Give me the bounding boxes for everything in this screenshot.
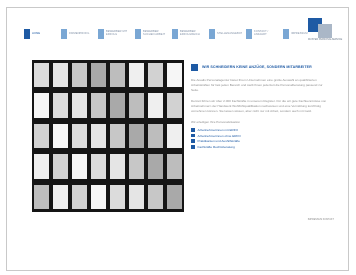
facade-window — [148, 184, 163, 209]
building-facade-photo — [32, 60, 184, 212]
main-nav: HOME FIRMENPROFIL BEWERBER MIT ERFOLG BEWER… — [24, 28, 320, 40]
nav-item-2[interactable]: BEWERBER MIT ERFOLG — [98, 28, 131, 40]
nav-item-0[interactable]: HOME — [24, 28, 57, 40]
facade-window — [110, 154, 125, 179]
details-paragraph: Derzeit führen wir über 2.000 Fachkräfte… — [191, 98, 327, 114]
facade-window — [167, 154, 182, 179]
facade-window — [53, 63, 68, 88]
facade-window — [91, 63, 106, 88]
nav-item-label: BEWERBER SUCHEN ARBEIT — [143, 30, 166, 36]
facade-window — [129, 93, 144, 118]
facade-window — [129, 184, 144, 209]
list-bullet-icon — [191, 139, 195, 143]
facade-window — [129, 63, 144, 88]
facade-window — [148, 123, 163, 149]
facade-window — [53, 93, 68, 118]
nav-item-label: BEWERBER MIT ERFOLG — [106, 30, 128, 36]
facade-window — [167, 184, 182, 209]
intro-paragraph: Die Arealis Personalagentur bietet Ihrem… — [191, 78, 323, 93]
list-title: Wir erledigen Ihre Personalsituation — [191, 120, 241, 125]
nav-item-1[interactable]: FIRMENPROFIL — [61, 28, 94, 40]
facade-window — [72, 154, 87, 179]
facade-window — [148, 93, 163, 118]
facade-window — [110, 184, 125, 209]
facade-window — [167, 123, 182, 149]
service-list: Arbeitnehmerinnen mit ERFO Arbeitnehmerin… — [191, 127, 331, 149]
facade-window — [110, 93, 125, 118]
facade-window — [34, 63, 49, 88]
nav-item-6[interactable]: KONTAKT / ANFAHRT — [246, 28, 279, 40]
facade-window — [129, 123, 144, 149]
main-content: WIR SCHNEIDERN KEINE ANZÜGE, SONDERN MIT… — [191, 62, 331, 150]
list-item-text: Praktikanten und Aushilfskräfte — [197, 139, 240, 144]
logo-square-gray — [318, 24, 332, 38]
facade-window — [167, 63, 182, 88]
facade-window — [110, 63, 125, 88]
list-bullet-icon — [191, 145, 195, 149]
nav-item-label: BEWERBER ERFOLGREICH — [180, 30, 200, 36]
facade-window — [34, 93, 49, 118]
facade-window — [167, 93, 182, 118]
list-item: Fachkräfte Rechtsberatung — [191, 144, 331, 150]
nav-item-label: HOME — [32, 31, 41, 35]
facade-window — [91, 154, 106, 179]
facade-window — [129, 154, 144, 179]
nav-item-4[interactable]: BEWERBER ERFOLGREICH — [172, 28, 205, 40]
list-item-text: Arbeitnehmerinnen mit ERFO — [197, 128, 239, 133]
list-bullet-icon — [191, 128, 195, 132]
nav-item-label: FIRMENPROFIL — [69, 31, 90, 35]
facade-window — [53, 184, 68, 209]
facade-window — [53, 123, 68, 149]
facade-window — [91, 93, 106, 118]
facade-window — [110, 123, 125, 149]
facade-window — [91, 123, 106, 149]
list-item-text: Fachkräfte Rechtsberatung — [197, 144, 235, 149]
facade-window — [34, 123, 49, 149]
page-heading: WIR SCHNEIDERN KEINE ANZÜGE, SONDERN MIT… — [202, 65, 312, 69]
facade-window — [72, 184, 87, 209]
nav-item-label: STELLENANGEBOTE — [217, 31, 242, 35]
facade-window — [34, 154, 49, 179]
logo-text: MUSTER PERSONALSERVICE — [308, 38, 343, 41]
facade-window — [53, 154, 68, 179]
nav-item-label: KONTAKT / ANFAHRT — [254, 30, 269, 36]
facade-window — [148, 63, 163, 88]
facade-window — [72, 63, 87, 88]
heading-bullet-icon — [191, 63, 198, 71]
list-bullet-icon — [191, 133, 195, 138]
facade-window — [91, 184, 106, 209]
nav-item-3[interactable]: BEWERBER SUCHEN ARBEIT — [135, 28, 168, 40]
facade-window — [72, 93, 87, 118]
heading-row: WIR SCHNEIDERN KEINE ANZÜGE, SONDERN MIT… — [191, 62, 331, 72]
facade-window — [72, 123, 87, 149]
facade-window — [148, 154, 163, 179]
footer-links[interactable]: IMPRESSUM KONTAKT — [284, 218, 334, 221]
company-logo[interactable]: MUSTER PERSONALSERVICE — [308, 18, 342, 42]
facade-window — [34, 184, 49, 209]
list-item-text: Arbeitnehmerinnen ohne ERFO — [197, 133, 241, 138]
nav-item-5[interactable]: STELLENANGEBOTE — [209, 28, 242, 40]
